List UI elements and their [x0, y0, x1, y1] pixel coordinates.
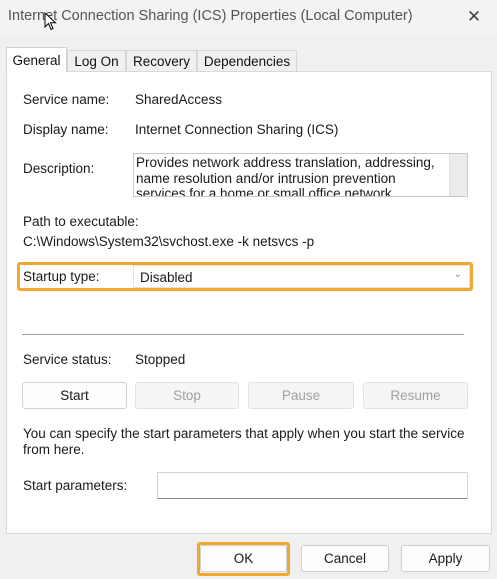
chevron-down-icon: ⌄: [453, 269, 462, 280]
resume-button[interactable]: Resume: [363, 382, 468, 409]
path-label: Path to executable:: [23, 214, 139, 229]
pause-button[interactable]: Pause: [248, 382, 354, 409]
ok-button[interactable]: OK: [200, 545, 287, 572]
cancel-button[interactable]: Cancel: [301, 545, 389, 572]
divider: [22, 334, 464, 335]
apply-button[interactable]: Apply: [401, 545, 490, 572]
tab-recovery[interactable]: Recovery: [126, 50, 197, 72]
button-label: Apply: [428, 551, 463, 566]
stop-button[interactable]: Stop: [135, 382, 239, 409]
button-label: Stop: [173, 388, 201, 403]
general-panel: [6, 71, 492, 534]
button-label: Resume: [390, 388, 441, 403]
tab-label: Recovery: [132, 54, 191, 69]
service-name-label: Service name:: [23, 92, 110, 107]
description-text: Provides network address translation, ad…: [136, 155, 435, 197]
tab-log-on[interactable]: Log On: [67, 50, 126, 72]
button-label: Cancel: [323, 551, 367, 566]
display-name-value: Internet Connection Sharing (ICS): [135, 122, 339, 137]
tab-dependencies[interactable]: Dependencies: [197, 50, 297, 72]
tab-label: Dependencies: [203, 54, 291, 69]
tab-general[interactable]: General: [6, 47, 67, 72]
startup-type-value: Disabled: [140, 270, 193, 285]
description-box[interactable]: Provides network address translation, ad…: [133, 153, 468, 197]
startup-type-dropdown[interactable]: Disabled ⌄: [133, 265, 470, 288]
path-value: C:\Windows\System32\svchost.exe -k netsv…: [23, 234, 315, 249]
button-label: Start: [60, 388, 89, 403]
mouse-cursor-icon: [44, 12, 57, 31]
start-parameters-input[interactable]: [157, 472, 468, 499]
start-parameters-label: Start parameters:: [23, 478, 128, 493]
description-scrollbar[interactable]: [449, 154, 467, 196]
close-button[interactable]: ✕: [451, 0, 497, 34]
button-label: OK: [233, 551, 254, 566]
service-status-value: Stopped: [135, 352, 186, 367]
button-label: Pause: [281, 388, 321, 403]
close-icon: ✕: [466, 7, 482, 26]
startup-type-label: Startup type:: [23, 269, 100, 284]
tab-label: General: [12, 52, 61, 68]
description-label: Description:: [23, 161, 95, 176]
service-status-label: Service status:: [23, 352, 112, 367]
service-name-value: SharedAccess: [135, 92, 223, 107]
tab-label: Log On: [74, 54, 119, 69]
display-name-label: Display name:: [23, 122, 109, 137]
title-bar: Internet Connection Sharing (ICS) Proper…: [0, 0, 497, 36]
start-params-hint: You can specify the start parameters tha…: [23, 426, 465, 457]
start-button[interactable]: Start: [22, 382, 127, 409]
window-title: Internet Connection Sharing (ICS) Proper…: [8, 8, 413, 24]
